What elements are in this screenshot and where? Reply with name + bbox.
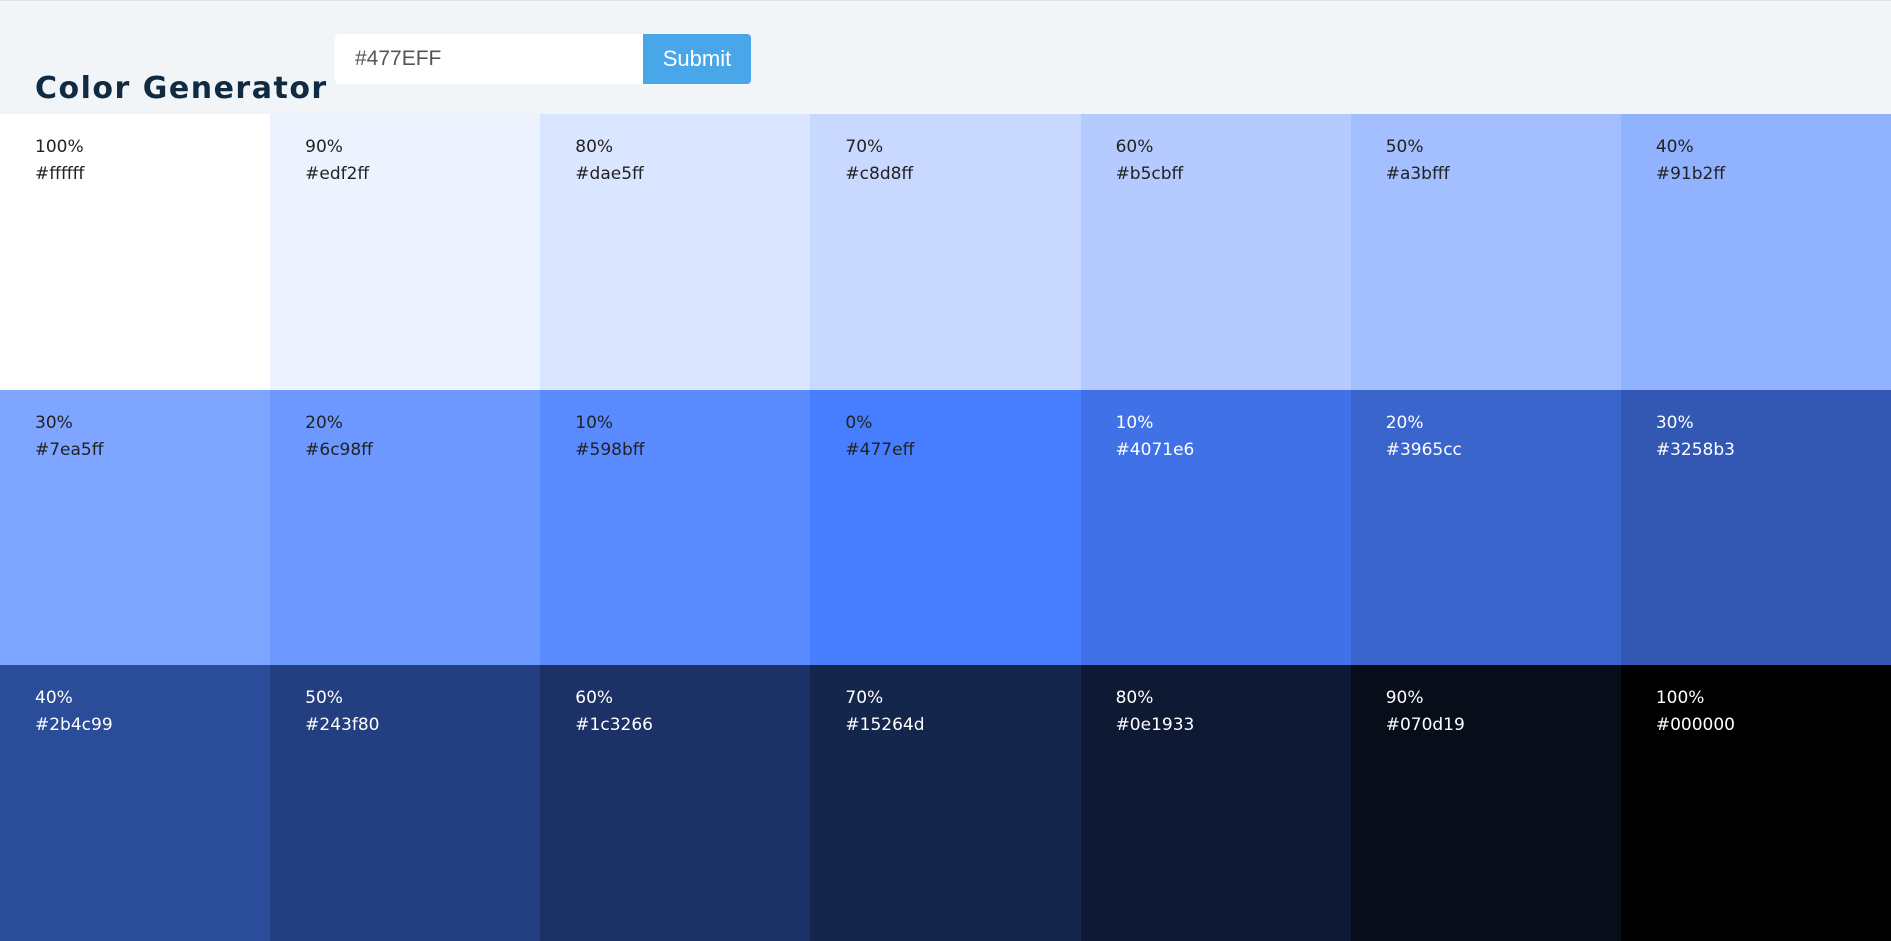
color-form: Submit <box>335 34 751 84</box>
swatch-percent: 30% <box>35 412 73 433</box>
color-swatch[interactable]: 100% #000000 <box>1620 665 1891 941</box>
swatch-hex: #3965cc <box>1385 439 1462 460</box>
color-swatch[interactable]: 70% #15264d <box>810 665 1081 941</box>
swatch-percent: 20% <box>1385 412 1424 433</box>
color-swatch[interactable]: 30% #7ea5ff <box>0 389 271 666</box>
color-swatch[interactable]: 50% #243f80 <box>270 665 541 941</box>
swatch-percent: 50% <box>1385 137 1424 157</box>
swatch-percent: 100% <box>35 137 84 157</box>
swatch-percent: 40% <box>1655 137 1694 157</box>
page-title: Color Generator <box>35 71 328 106</box>
color-swatch[interactable]: 40% #2b4c99 <box>0 665 271 941</box>
color-swatch[interactable]: 40% #91b2ff <box>1620 114 1891 390</box>
color-swatch[interactable]: 60% #b5cbff <box>1080 114 1351 390</box>
color-swatch[interactable]: 60% #1c3266 <box>540 665 811 941</box>
color-input[interactable] <box>335 34 643 84</box>
color-swatch[interactable]: 80% #dae5ff <box>540 114 811 390</box>
swatch-percent: 30% <box>1655 412 1694 433</box>
swatch-percent: 20% <box>305 412 343 433</box>
swatch-hex: #070d19 <box>1385 715 1465 736</box>
swatch-hex: #2b4c99 <box>35 715 113 736</box>
swatch-percent: 70% <box>845 137 884 157</box>
swatch-percent: 100% <box>1655 688 1705 709</box>
swatch-hex: #91b2ff <box>1655 164 1726 184</box>
color-generator-page: Color Generator Submit 100% #ffffff 90% #ed… <box>0 0 1891 941</box>
swatch-percent: 80% <box>1115 688 1154 709</box>
swatch-percent: 60% <box>1115 137 1154 157</box>
color-swatch[interactable]: 0% #477eff <box>810 389 1081 666</box>
swatch-hex: #000000 <box>1655 715 1735 736</box>
swatch-percent: 70% <box>845 688 884 709</box>
swatch-hex: #b5cbff <box>1115 164 1184 184</box>
color-swatch[interactable]: 10% #598bff <box>540 389 811 666</box>
swatch-hex: #4071e6 <box>1115 439 1195 460</box>
submit-button[interactable]: Submit <box>643 34 751 84</box>
swatch-hex: #1c3266 <box>575 715 653 736</box>
swatch-hex: #dae5ff <box>575 164 644 184</box>
swatch-percent: 90% <box>305 137 343 157</box>
swatch-percent: 10% <box>1115 412 1154 433</box>
color-swatch[interactable]: 20% #6c98ff <box>270 389 541 666</box>
color-swatch[interactable]: 30% #3258b3 <box>1620 389 1891 666</box>
swatch-hex: #0e1933 <box>1115 715 1195 736</box>
swatch-hex: #477eff <box>845 439 915 460</box>
swatch-hex: #6c98ff <box>305 439 373 460</box>
color-swatch[interactable]: 70% #c8d8ff <box>810 114 1081 390</box>
swatch-hex: #c8d8ff <box>845 164 914 184</box>
swatch-hex: #7ea5ff <box>35 439 104 460</box>
swatch-hex: #243f80 <box>305 715 380 736</box>
swatch-hex: #3258b3 <box>1655 439 1735 460</box>
swatch-hex: #15264d <box>845 715 925 736</box>
color-swatch[interactable]: 50% #a3bfff <box>1350 114 1621 390</box>
color-swatch[interactable]: 90% #070d19 <box>1350 665 1621 941</box>
swatch-percent: 50% <box>305 688 343 709</box>
swatch-percent: 60% <box>575 688 614 709</box>
swatch-hex: #598bff <box>575 439 645 460</box>
color-swatch[interactable]: 90% #edf2ff <box>270 114 541 390</box>
color-swatch[interactable]: 10% #4071e6 <box>1080 389 1351 666</box>
swatch-percent: 90% <box>1385 688 1424 709</box>
swatch-percent: 0% <box>845 412 873 433</box>
swatch-hex: #edf2ff <box>305 164 370 184</box>
color-palette: 100% #ffffff 90% #edf2ff 80% #dae5ff 70% #c8d8f… <box>0 114 1891 941</box>
swatch-percent: 10% <box>575 412 614 433</box>
header: Color Generator Submit <box>0 1 1891 114</box>
swatch-hex: #a3bfff <box>1385 164 1450 184</box>
swatch-percent: 80% <box>575 137 614 157</box>
color-swatch[interactable]: 20% #3965cc <box>1350 389 1621 666</box>
color-swatch[interactable]: 80% #0e1933 <box>1080 665 1351 941</box>
swatch-hex: #ffffff <box>35 164 85 184</box>
color-swatch[interactable]: 100% #ffffff <box>0 114 271 390</box>
swatch-percent: 40% <box>35 688 73 709</box>
